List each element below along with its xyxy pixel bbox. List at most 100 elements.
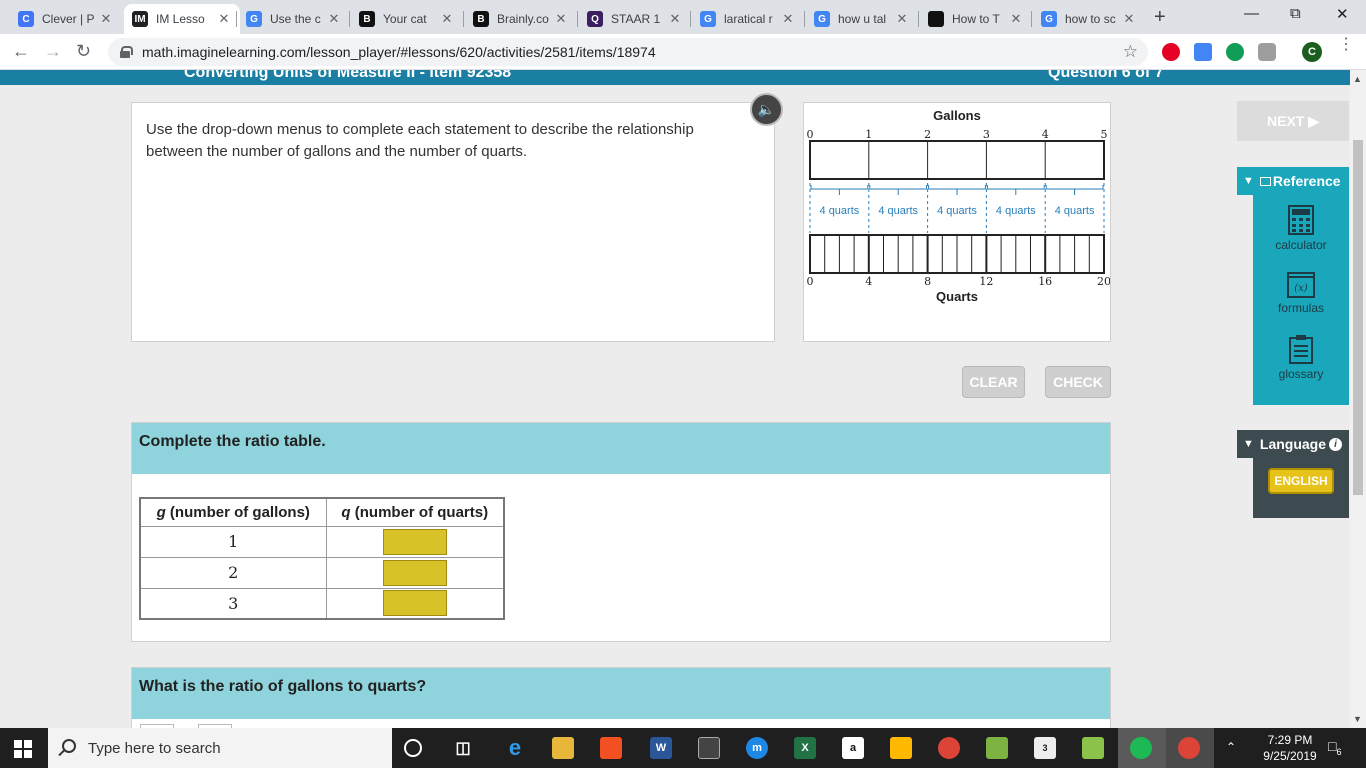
- next-button[interactable]: NEXT ▶: [1237, 101, 1349, 141]
- group-label: 4 quarts: [820, 205, 860, 217]
- excel-icon[interactable]: X: [794, 737, 816, 759]
- pinterest-extension-icon[interactable]: [1162, 43, 1180, 61]
- stack-app-icon[interactable]: [986, 737, 1008, 759]
- task-view-icon[interactable]: ◫: [452, 737, 474, 759]
- lock-icon: [120, 46, 133, 58]
- browser-tab[interactable]: Ghow u tal ✕: [806, 4, 918, 34]
- quarts-answer-box[interactable]: [382, 559, 447, 586]
- reload-button[interactable]: ↻: [76, 41, 91, 62]
- amazon-icon[interactable]: a: [842, 737, 864, 759]
- reference-tab-label: Reference: [1272, 173, 1341, 189]
- clear-button[interactable]: CLEAR: [962, 366, 1025, 398]
- browser-menu-icon[interactable]: ⋮: [1338, 37, 1354, 53]
- tab-close-icon[interactable]: ✕: [439, 11, 455, 27]
- book-icon: [1259, 176, 1271, 186]
- bookmark-star-icon[interactable]: ☆: [1123, 42, 1138, 62]
- glossary-tool[interactable]: glossary: [1253, 334, 1349, 381]
- reference-tab[interactable]: ▼ Reference: [1237, 167, 1349, 195]
- taskbar-search-box[interactable]: Type here to search: [48, 728, 392, 768]
- browser-tab[interactable]: IM IM Lesso ✕: [124, 4, 240, 34]
- page-scrollbar[interactable]: ▲ ▼: [1350, 70, 1366, 728]
- math-app-icon[interactable]: m: [746, 737, 768, 759]
- formulas-tool[interactable]: (x) formulas: [1253, 272, 1349, 315]
- tab-close-icon[interactable]: ✕: [553, 11, 569, 27]
- calculator-tool[interactable]: calculator: [1253, 205, 1349, 252]
- group-brace: [986, 185, 1045, 195]
- browser-tab[interactable]: Ghow to sc ✕: [1033, 4, 1145, 34]
- ratio-question-heading: What is the ratio of gallons to quarts?: [132, 668, 1110, 719]
- cortana-icon[interactable]: [404, 739, 422, 757]
- browser-tab[interactable]: Q STAAR 1 ✕: [579, 4, 691, 34]
- bluestacks-icon[interactable]: [1082, 737, 1104, 759]
- translate-extension-icon[interactable]: [1194, 43, 1212, 61]
- browser-tab[interactable]: How to T ✕: [920, 4, 1032, 34]
- table-row: 3: [139, 587, 505, 620]
- notifications-icon[interactable]: □6: [1328, 738, 1341, 757]
- tab-label: IM Lesso: [156, 12, 205, 26]
- tab-label: Brainly.co: [497, 12, 549, 26]
- chrome-active-icon[interactable]: [1178, 737, 1200, 759]
- tab-close-icon[interactable]: ✕: [326, 11, 342, 27]
- new-tab-button[interactable]: +: [1154, 6, 1166, 29]
- minimize-button[interactable]: —: [1244, 5, 1259, 22]
- mail-icon[interactable]: 3: [1034, 737, 1056, 759]
- tab-close-icon[interactable]: ✕: [1008, 11, 1024, 27]
- tray-chevron-icon[interactable]: ⌃: [1226, 740, 1236, 754]
- calculator-app-icon[interactable]: [698, 737, 720, 759]
- spotify-icon[interactable]: [1130, 737, 1152, 759]
- browser-tab[interactable]: C Clever | P ✕: [10, 4, 122, 34]
- table-row: 2: [139, 556, 505, 589]
- scroll-up-arrow-icon[interactable]: ▲: [1353, 74, 1362, 84]
- lesson-header: Converting Units of Measure II - Item 92…: [0, 70, 1350, 85]
- browser-tab[interactable]: B Your cat ✕: [351, 4, 463, 34]
- table-row: 1: [139, 525, 505, 558]
- info-icon[interactable]: i: [1329, 437, 1343, 451]
- browser-tab[interactable]: G Use the c ✕: [238, 4, 350, 34]
- back-button[interactable]: ←: [12, 41, 30, 62]
- tab-close-icon[interactable]: ✕: [780, 11, 796, 27]
- tab-label: Use the c: [270, 12, 321, 26]
- restore-button[interactable]: ⧉: [1290, 5, 1301, 22]
- tab-close-icon[interactable]: ✕: [894, 11, 910, 27]
- tab-label: How to T: [952, 12, 1000, 26]
- gallon-tick-label: 2: [924, 128, 931, 141]
- ratio-table-heading: Complete the ratio table.: [132, 423, 1110, 474]
- tab-separator: [804, 11, 805, 27]
- quarts-answer-box[interactable]: [382, 590, 447, 617]
- tab-close-icon[interactable]: ✕: [667, 11, 683, 27]
- word-icon[interactable]: W: [650, 737, 672, 759]
- chrome-icon[interactable]: [938, 737, 960, 759]
- green-extension-icon[interactable]: [1226, 43, 1244, 61]
- check-button[interactable]: CHECK: [1045, 366, 1111, 398]
- quart-tick-label: 12: [979, 275, 993, 288]
- tab-close-icon[interactable]: ✕: [98, 11, 114, 27]
- taskbar-clock[interactable]: 7:29 PM 9/25/2019: [1256, 732, 1324, 764]
- question-counter: Question 6 of 7: [1048, 70, 1164, 81]
- close-window-button[interactable]: ✕: [1336, 5, 1349, 23]
- audio-button[interactable]: 🔈: [750, 93, 783, 126]
- file-explorer-icon[interactable]: [552, 737, 574, 759]
- speaker-icon: 🔈: [757, 101, 776, 117]
- browser-tab[interactable]: B Brainly.co ✕: [465, 4, 577, 34]
- browser-tab[interactable]: Glaratical r ✕: [692, 4, 804, 34]
- office-icon[interactable]: [600, 737, 622, 759]
- mail-count-badge: 3: [1042, 743, 1048, 753]
- store-icon[interactable]: [890, 737, 912, 759]
- tab-close-icon[interactable]: ✕: [216, 11, 232, 27]
- scrollbar-thumb[interactable]: [1353, 140, 1363, 495]
- profile-avatar[interactable]: C: [1302, 42, 1322, 62]
- windows-start-icon[interactable]: [14, 740, 32, 758]
- language-tab[interactable]: ▼ Language i: [1237, 430, 1349, 458]
- quarts-answer-box[interactable]: [382, 528, 447, 555]
- scroll-down-arrow-icon[interactable]: ▼: [1353, 714, 1362, 724]
- tab-favicon-icon: B: [473, 11, 489, 27]
- quarts-cell: [325, 556, 505, 589]
- edge-icon[interactable]: e: [504, 735, 526, 760]
- english-button[interactable]: ENGLISH: [1268, 468, 1334, 494]
- shield-extension-icon[interactable]: [1258, 43, 1276, 61]
- address-bar[interactable]: math.imaginelearning.com/lesson_player/#…: [108, 38, 1148, 66]
- forward-button[interactable]: →: [44, 41, 62, 62]
- tab-favicon-icon: G: [814, 11, 830, 27]
- tab-label: Your cat: [383, 12, 427, 26]
- tab-close-icon[interactable]: ✕: [1121, 11, 1137, 27]
